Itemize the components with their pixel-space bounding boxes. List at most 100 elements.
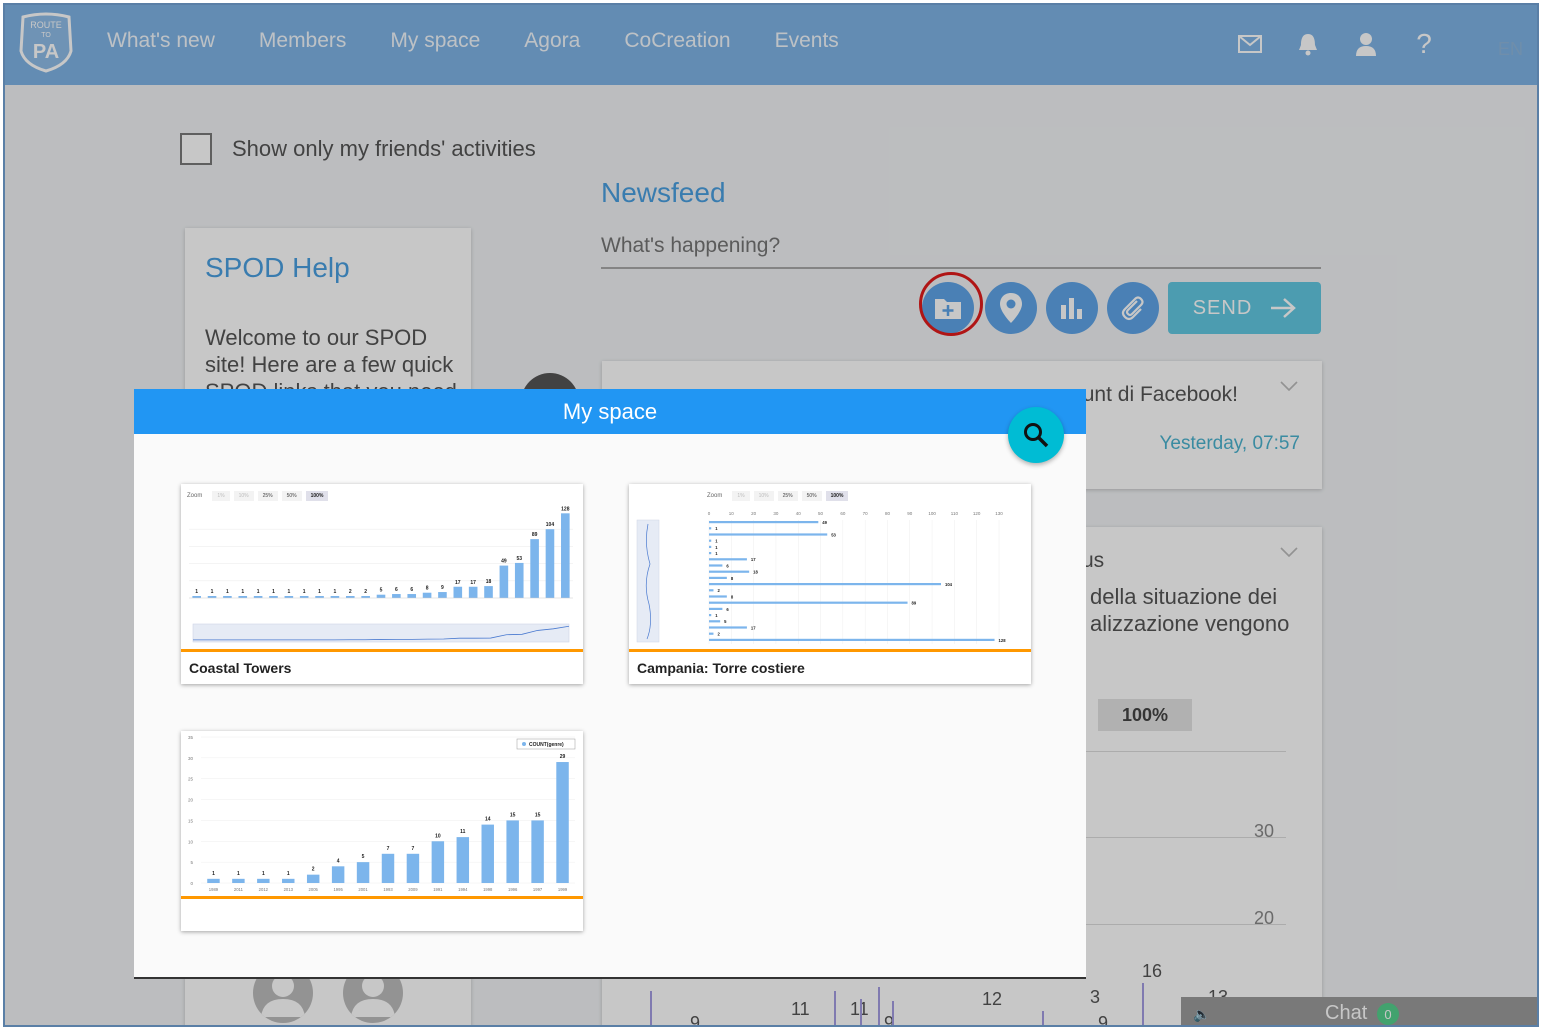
bar-value-label: 1 bbox=[211, 589, 214, 595]
chart-bar bbox=[709, 626, 747, 629]
x-tick-label: 1994 bbox=[458, 887, 468, 892]
chart-bar bbox=[431, 841, 445, 883]
datalet-card[interactable]: Zoom 1% 10% 25% 50% 100% 0 10 20 30 40 50 60 70… bbox=[629, 484, 1031, 684]
bar-value-label: 2 bbox=[717, 632, 720, 637]
x-tick-label: 1995 bbox=[333, 887, 343, 892]
datalet-card[interactable]: Zoom 1% 10% 25% 50% 100% 1 1 1 1 1 1 1 1 1 1 2 2 5 6 6… bbox=[181, 484, 583, 684]
bar-value-label: 1 bbox=[237, 871, 240, 877]
chart-bar bbox=[561, 513, 570, 598]
chart-bar bbox=[481, 824, 494, 883]
chart-bar bbox=[499, 565, 509, 598]
bar-value-label: 128 bbox=[999, 638, 1007, 643]
modal-header: My space bbox=[134, 389, 1086, 434]
chart-bar bbox=[453, 586, 463, 598]
bar-value-label: 2 bbox=[349, 589, 352, 595]
zoom-25-button[interactable]: 25% bbox=[777, 491, 798, 501]
chart-bar bbox=[232, 878, 245, 883]
bar-value-label: 1 bbox=[287, 871, 290, 877]
y-tick-label: 30 bbox=[188, 756, 194, 761]
bar-value-label: 1 bbox=[715, 526, 718, 531]
x-tick-label: 1997 bbox=[533, 887, 543, 892]
x-tick-label: 2009 bbox=[408, 887, 418, 892]
chart-bar bbox=[484, 586, 493, 598]
bar-value-label: 1 bbox=[715, 551, 718, 556]
chart-bar bbox=[306, 874, 320, 883]
bar-value-label: 1 bbox=[257, 589, 260, 595]
my-space-modal: My space Zoom 1% 10% 25% 50% 100% 111111… bbox=[134, 389, 1086, 979]
x-tick-label: 70 bbox=[863, 511, 869, 516]
chart-bar bbox=[709, 558, 747, 561]
y-tick-label: 20 bbox=[188, 798, 194, 803]
bar-value-label: 8 bbox=[731, 594, 734, 599]
chart-bar bbox=[709, 533, 828, 536]
bar-value-label: 1 bbox=[195, 589, 198, 595]
bar-value-label: 14 bbox=[485, 817, 491, 823]
y-tick-label: 25 bbox=[188, 777, 194, 782]
zoom-10-button[interactable]: 10% bbox=[753, 491, 774, 501]
bar-value-label: 4 bbox=[337, 858, 340, 864]
navigator bbox=[636, 519, 660, 643]
bar-value-label: 10 bbox=[435, 833, 441, 839]
zoom-25-button[interactable]: 25% bbox=[257, 491, 278, 501]
x-tick-label: 1998 bbox=[483, 887, 493, 892]
zoom-100-button[interactable]: 100% bbox=[305, 491, 329, 501]
bar-value-label: 1 bbox=[318, 589, 321, 595]
chart-bar bbox=[709, 638, 995, 641]
bar-value-label: 1 bbox=[334, 589, 337, 595]
chart-bar bbox=[709, 539, 712, 542]
chart-bar bbox=[530, 539, 539, 598]
zoom-50-button[interactable]: 50% bbox=[801, 491, 822, 501]
zoom-1-button[interactable]: 1% bbox=[212, 491, 230, 501]
x-tick-label: 2011 bbox=[234, 887, 244, 892]
chart-bar bbox=[356, 862, 370, 883]
bar-value-label: 1 bbox=[212, 871, 215, 877]
chart-preview-genre-count: 35302520151050COUNT(genre)11989120111201… bbox=[188, 735, 576, 892]
x-tick-label: 40 bbox=[796, 511, 802, 516]
search-button[interactable] bbox=[1008, 407, 1064, 463]
zoom-50-button[interactable]: 50% bbox=[281, 491, 302, 501]
card-preview: 35 30 25 20 15 10 5 0 COUNT(genre) 1 1989 1 2011 1 201… bbox=[181, 731, 583, 899]
bar-value-label: 18 bbox=[486, 579, 492, 585]
bar-value-label: 9 bbox=[441, 585, 444, 591]
zoom-100-button[interactable]: 100% bbox=[825, 491, 849, 501]
bar-value-label: 15 bbox=[510, 812, 516, 818]
x-tick-label: 2001 bbox=[358, 887, 368, 892]
card-title: Coastal Towers bbox=[189, 660, 292, 676]
card-title: Campania: Torre costiere bbox=[637, 660, 805, 676]
zoom-controls: Zoom 1% 10% 25% 50% 100% bbox=[707, 491, 849, 501]
bar-value-label: 53 bbox=[516, 556, 522, 562]
x-tick-label: 60 bbox=[840, 511, 846, 516]
bar-value-label: 18 bbox=[753, 570, 758, 575]
chart-bar bbox=[709, 576, 727, 579]
chart-bar bbox=[531, 820, 544, 883]
y-tick-label: 5 bbox=[190, 860, 193, 865]
bar-value-label: 104 bbox=[945, 582, 953, 587]
chart-bar bbox=[468, 586, 478, 598]
bar-value-label: 5 bbox=[724, 619, 727, 624]
datalet-card[interactable]: 35 30 25 20 15 10 5 0 COUNT(genre) 1 1989 1 2011 1 201… bbox=[181, 731, 583, 931]
y-tick-label: 10 bbox=[188, 839, 194, 844]
bar-value-label: 8 bbox=[731, 576, 734, 581]
chart-bar bbox=[709, 545, 712, 548]
bar-value-label: 89 bbox=[912, 601, 917, 606]
chart-preview-horizontal-bars: 0 10 20 30 40 50 60 70 80 90 100 110 120 130491531111… bbox=[636, 511, 1007, 644]
chart-bar bbox=[282, 878, 295, 883]
legend-swatch bbox=[522, 742, 526, 746]
bar-value-label: 6 bbox=[410, 587, 413, 593]
zoom-10-button[interactable]: 10% bbox=[233, 491, 254, 501]
zoom-label: Zoom bbox=[707, 493, 723, 499]
bar-value-label: 17 bbox=[470, 580, 476, 586]
zoom-1-button[interactable]: 1% bbox=[732, 491, 750, 501]
chart-bar bbox=[381, 853, 395, 883]
chart-bar bbox=[709, 595, 727, 598]
chart-bar bbox=[392, 594, 401, 598]
chart-bar bbox=[709, 614, 712, 617]
zoom-label: Zoom bbox=[187, 493, 203, 499]
bar-value-label: 49 bbox=[501, 559, 507, 565]
chart-preview-vertical-bars: 1 1 1 1 1 1 1 1 1 1 2 2 5 6 6 8 917 17 1849 5389104128 bbox=[189, 506, 573, 643]
chart-bar bbox=[709, 583, 941, 586]
x-tick-label: 2013 bbox=[284, 887, 294, 892]
chart-bar bbox=[709, 564, 723, 567]
bar-value-label: 6 bbox=[395, 587, 398, 593]
bar-value-label: 1 bbox=[715, 545, 718, 550]
